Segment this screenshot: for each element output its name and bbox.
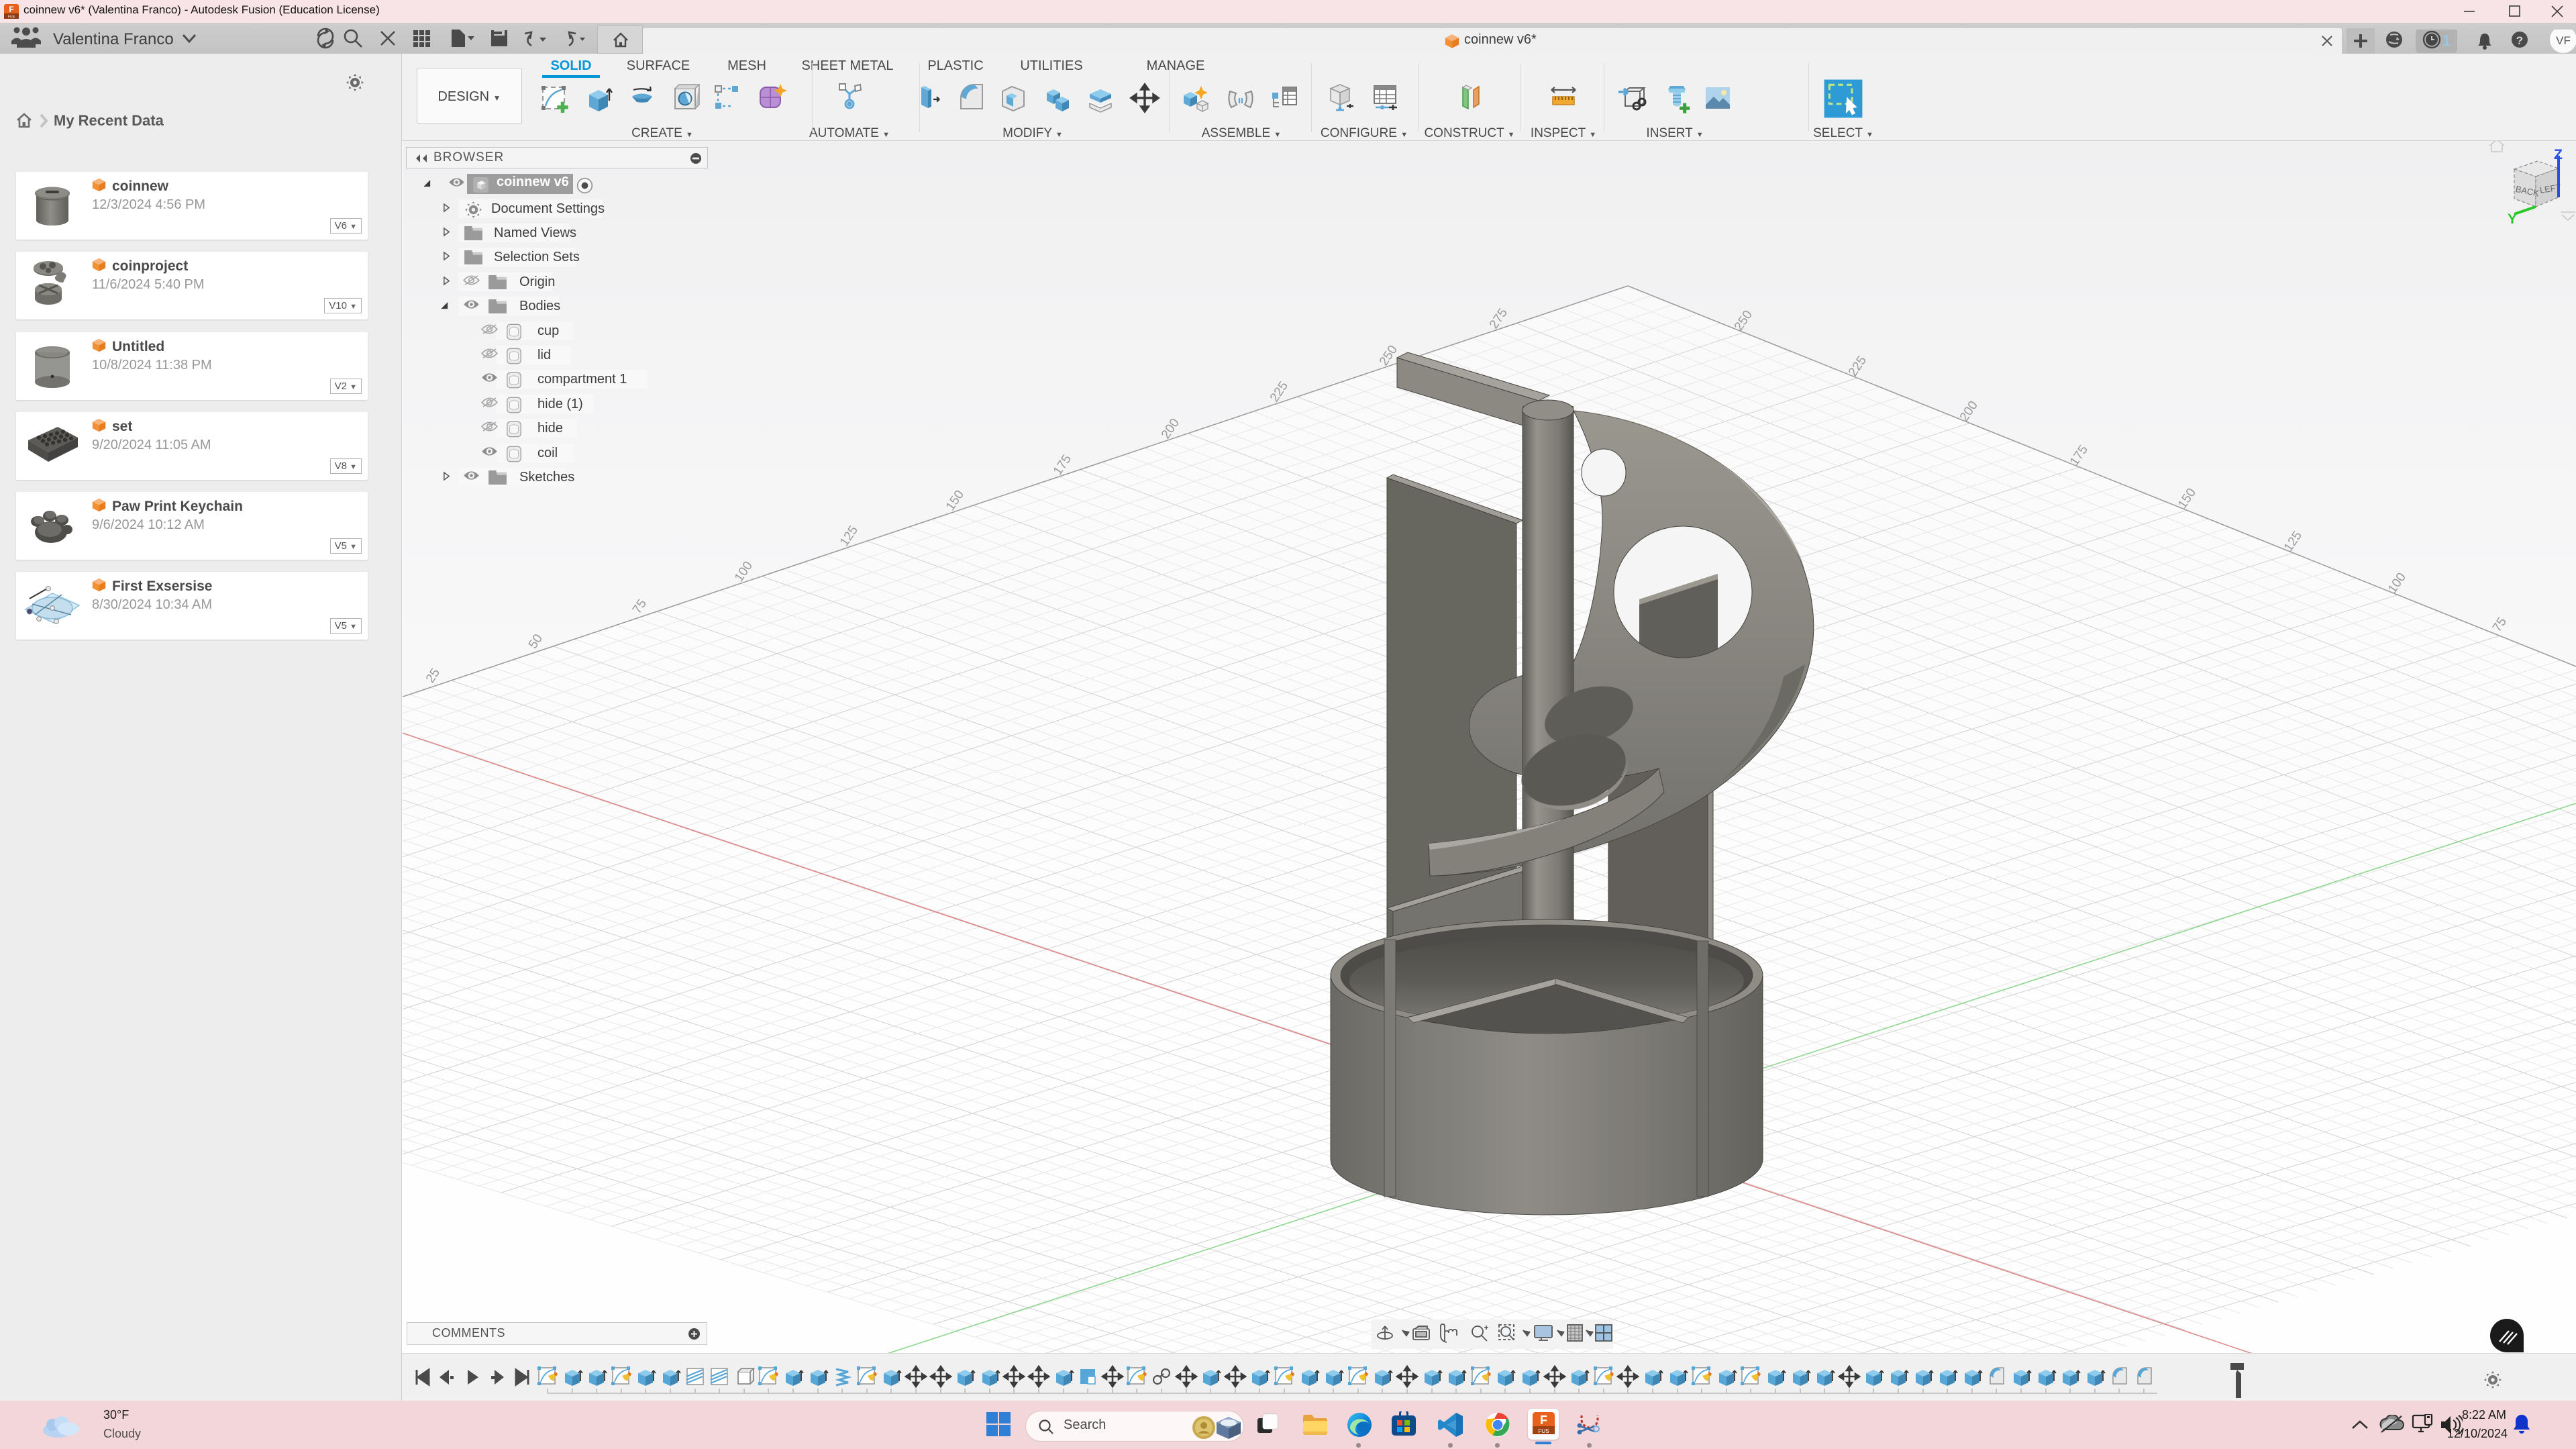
svg-text:FUS: FUS bbox=[1538, 1428, 1549, 1434]
svg-text:Valentina Franco: Valentina Franco bbox=[53, 30, 174, 48]
svg-text:FUS: FUS bbox=[8, 15, 15, 19]
svg-text:VF: VF bbox=[2556, 34, 2571, 47]
svg-text:F: F bbox=[9, 5, 13, 14]
svg-text:1: 1 bbox=[2442, 32, 2451, 49]
svg-text:Z: Z bbox=[2554, 147, 2563, 162]
svg-text:?: ? bbox=[2516, 34, 2523, 47]
svg-text:Y: Y bbox=[2508, 211, 2517, 227]
svg-text:F: F bbox=[1540, 1413, 1547, 1427]
